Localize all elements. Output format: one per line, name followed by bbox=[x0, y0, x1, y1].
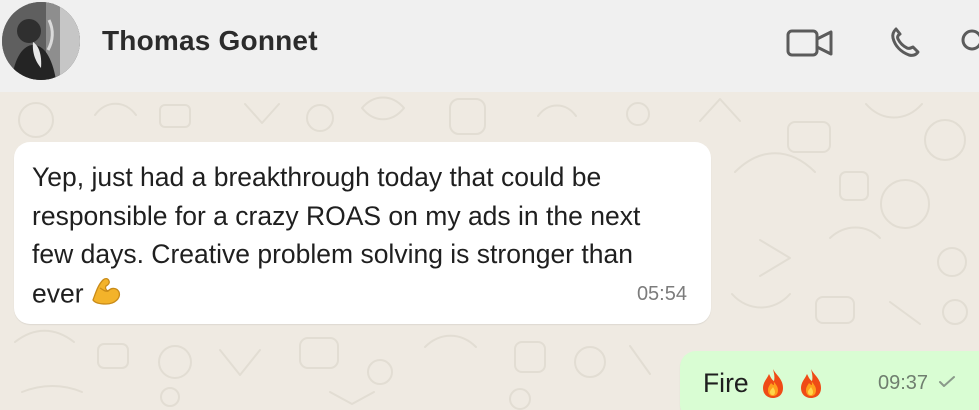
message-timestamp: 05:54 bbox=[636, 283, 687, 305]
fire-icon bbox=[759, 368, 787, 399]
chat-header: Thomas Gonnet bbox=[0, 0, 979, 93]
fire-icon bbox=[797, 368, 825, 399]
flexed-biceps-icon bbox=[88, 274, 121, 317]
avatar[interactable] bbox=[2, 2, 80, 80]
search-icon[interactable] bbox=[955, 20, 979, 66]
message-timestamp: 09:37 bbox=[878, 372, 929, 394]
message-text: Fire bbox=[703, 368, 749, 398]
outgoing-message-bubble[interactable]: Fire 09:37 bbox=[680, 351, 979, 410]
contact-name[interactable]: Thomas Gonnet bbox=[102, 25, 318, 57]
chat-area: Yep, just had a breakthrough today that … bbox=[0, 92, 979, 410]
video-call-icon[interactable] bbox=[785, 20, 835, 66]
incoming-message-bubble[interactable]: Yep, just had a breakthrough today that … bbox=[14, 142, 711, 324]
voice-call-icon[interactable] bbox=[879, 20, 929, 66]
message-text: Yep, just had a breakthrough today that … bbox=[32, 162, 641, 308]
sent-check-icon bbox=[938, 375, 956, 394]
